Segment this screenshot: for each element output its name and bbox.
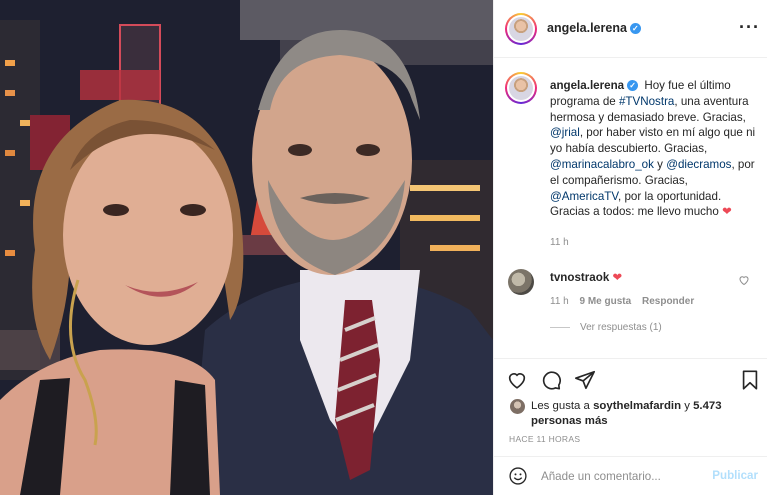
post-caption: angela.lerena ✓ Hoy fue el último program… <box>550 78 762 220</box>
author-username[interactable]: angela.lerena ✓ <box>547 21 641 35</box>
likes-prefix: Les gusta a <box>531 400 594 412</box>
verified-badge-icon: ✓ <box>629 23 641 34</box>
comment: tvnostraok ❤ <box>550 270 622 284</box>
post-timestamp[interactable]: HACE 11 HORAS <box>509 434 580 444</box>
heart-icon[interactable] <box>506 369 528 391</box>
view-replies-button[interactable]: Ver respuestas (1) <box>550 322 662 333</box>
comment-icon[interactable] <box>540 369 562 391</box>
emoji-icon[interactable] <box>508 466 528 486</box>
commenter-username[interactable]: tvnostraok <box>550 271 609 284</box>
bookmark-icon[interactable] <box>739 369 761 391</box>
mention-link[interactable]: @AmericaTV <box>550 190 618 203</box>
comment-input[interactable] <box>541 466 701 486</box>
comment-meta: 11 h 9 Me gusta Responder <box>550 296 702 307</box>
mention-link[interactable]: @jrial <box>550 126 580 139</box>
view-replies-label: Ver respuestas (1) <box>580 322 662 333</box>
hashtag-link[interactable]: #TVNostra <box>619 95 674 108</box>
likes-middle: y <box>681 400 694 412</box>
post-header: angela.lerena ✓ ··· <box>494 0 767 58</box>
comment-text: ❤ <box>612 271 623 284</box>
liker-username[interactable]: soythelmafardin <box>593 400 681 412</box>
more-dots-icon[interactable]: ··· <box>739 17 760 38</box>
mention-link[interactable]: @marinacalabro_ok <box>550 158 654 171</box>
author-avatar[interactable] <box>505 13 537 45</box>
verified-badge-icon: ✓ <box>627 80 639 91</box>
red-heart-emoji: ❤ <box>722 205 732 219</box>
post-actions: Les gusta a soythelmafardin y 5.473 pers… <box>494 358 767 446</box>
caption-username[interactable]: angela.lerena ✓ <box>550 79 639 92</box>
caption-text: , por haber visto en mí algo que ni yo h… <box>550 126 756 156</box>
caption-author-avatar[interactable] <box>505 72 537 104</box>
share-icon[interactable] <box>574 369 596 391</box>
caption-time[interactable]: 11 h <box>550 237 569 248</box>
reply-button[interactable]: Responder <box>642 296 694 307</box>
publish-button[interactable]: Publicar <box>712 469 758 482</box>
commenter-avatar[interactable] <box>508 269 534 295</box>
photo-scene <box>0 0 493 495</box>
comment-heart-icon[interactable] <box>738 274 750 286</box>
divider <box>550 326 570 328</box>
mention-link[interactable]: @diecramos <box>666 158 731 171</box>
comment-time[interactable]: 11 h <box>550 296 569 307</box>
liker-avatar[interactable] <box>510 399 525 414</box>
add-comment-bar: Publicar <box>494 456 767 495</box>
post-photo[interactable] <box>0 0 493 495</box>
likes-summary: Les gusta a soythelmafardin y 5.473 pers… <box>531 399 761 429</box>
comments-area: angela.lerena ✓ Hoy fue el último program… <box>494 58 767 358</box>
caption-text: y <box>653 157 667 171</box>
comment-likes[interactable]: 9 Me gusta <box>580 296 632 307</box>
post-side-panel: angela.lerena ✓ ··· angela.lerena ✓ Hoy fu… <box>493 0 767 495</box>
